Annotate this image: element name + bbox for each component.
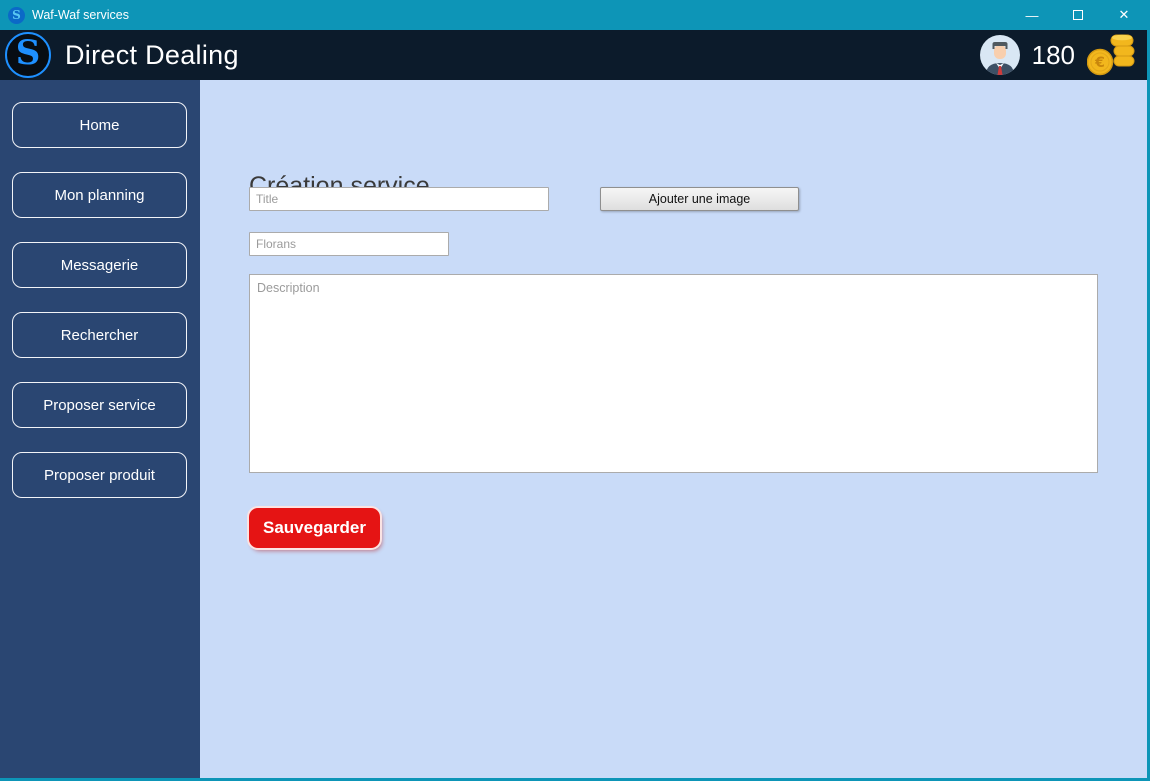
window-controls: — ✕ xyxy=(1009,0,1147,30)
points-balance: 180 xyxy=(1031,39,1075,70)
header-right: 180 € xyxy=(979,30,1135,80)
app-logo-icon: S xyxy=(5,32,51,78)
minimize-icon: — xyxy=(1025,7,1039,23)
close-button[interactable]: ✕ xyxy=(1101,0,1147,30)
save-button[interactable]: Sauvegarder xyxy=(249,508,380,548)
sidebar-item-messagerie[interactable]: Messagerie xyxy=(12,242,187,288)
sidebar-item-home[interactable]: Home xyxy=(12,102,187,148)
app-icon: S xyxy=(8,6,25,24)
svg-text:€: € xyxy=(1094,55,1105,71)
description-textarea[interactable] xyxy=(249,274,1098,473)
window-title: Waf-Waf services xyxy=(32,8,129,22)
sidebar-item-mon-planning[interactable]: Mon planning xyxy=(12,172,187,218)
florans-input[interactable] xyxy=(249,232,449,256)
coins-icon: € xyxy=(1087,34,1135,76)
sidebar: Home Mon planning Messagerie Rechercher … xyxy=(0,80,200,778)
app-window: S Waf-Waf services — ✕ S Direct Dealing xyxy=(0,0,1150,781)
title-input[interactable] xyxy=(249,187,549,211)
sidebar-item-proposer-produit[interactable]: Proposer produit xyxy=(12,452,187,498)
user-avatar-icon[interactable] xyxy=(979,35,1020,75)
sidebar-item-rechercher[interactable]: Rechercher xyxy=(12,312,187,358)
add-image-button[interactable]: Ajouter une image xyxy=(600,187,799,211)
window-body: Home Mon planning Messagerie Rechercher … xyxy=(0,80,1147,778)
minimize-button[interactable]: — xyxy=(1009,0,1055,30)
logo-letter: S xyxy=(15,33,41,73)
close-icon: ✕ xyxy=(1118,7,1130,22)
titlebar: S Waf-Waf services — ✕ xyxy=(0,0,1147,30)
main-content: Création service Ajouter une image Sauve… xyxy=(200,80,1147,778)
maximize-button[interactable] xyxy=(1055,0,1101,30)
app-header: S Direct Dealing 180 € xyxy=(0,30,1147,80)
app-title: Direct Dealing xyxy=(65,39,239,70)
maximize-icon xyxy=(1073,10,1083,20)
sidebar-item-proposer-service[interactable]: Proposer service xyxy=(12,382,187,428)
